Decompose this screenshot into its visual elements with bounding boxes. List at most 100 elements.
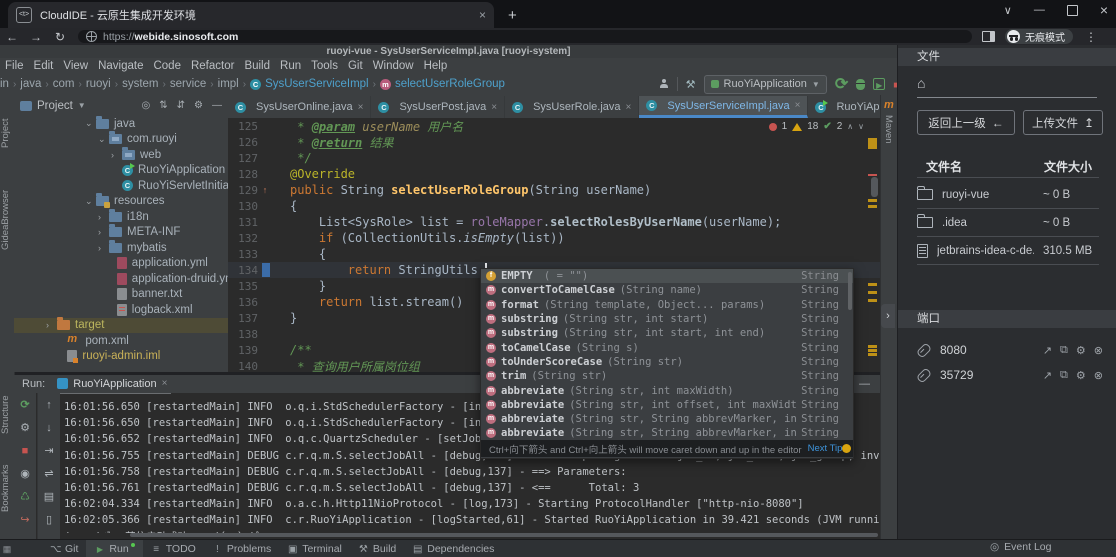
tree-item-target[interactable]: ›target xyxy=(14,318,228,334)
upload-file-button[interactable]: 上传文件 xyxy=(1023,110,1103,135)
completion-item-format[interactable]: mformat(String template, Object... param… xyxy=(481,298,853,312)
jump-end-icon[interactable] xyxy=(42,444,56,458)
stripe-project[interactable]: Project xyxy=(0,103,14,163)
menu-build[interactable]: Build xyxy=(244,60,270,72)
crumb-ruoyi[interactable]: ruoyi xyxy=(86,78,111,90)
expand-all-icon[interactable]: ⇅ xyxy=(159,100,167,111)
menu-git[interactable]: Git xyxy=(348,60,363,72)
tree-item-ruoyi-admin.iml[interactable]: ruoyi-admin.iml xyxy=(14,349,228,365)
reload-icon[interactable] xyxy=(48,30,72,44)
close-icon[interactable]: × xyxy=(626,102,632,113)
status-terminal[interactable]: Terminal xyxy=(279,540,350,557)
menu-code[interactable]: Code xyxy=(153,60,181,72)
tree-item-web[interactable]: ›web xyxy=(14,147,228,163)
hammer-icon[interactable] xyxy=(686,75,696,93)
up-arrow-icon[interactable] xyxy=(42,398,56,412)
prev-issue-icon[interactable]: ∧ xyxy=(847,122,853,131)
status-run[interactable]: Run xyxy=(86,540,142,557)
stripe-bookmarks[interactable]: Bookmarks xyxy=(0,455,14,521)
completion-item-toUnderScoreCase[interactable]: mtoUnderScoreCase(String str)String xyxy=(481,355,853,369)
status-build[interactable]: Build xyxy=(350,540,404,557)
next-tip-link[interactable]: Next Tip xyxy=(808,443,843,454)
completion-item-substring[interactable]: msubstring(String str, int start, int en… xyxy=(481,326,853,340)
close-icon[interactable]: × xyxy=(491,102,497,113)
refresh-icon[interactable] xyxy=(18,490,32,504)
side-panel-icon[interactable] xyxy=(982,31,995,42)
completion-item-EMPTY[interactable]: fEMPTY ( = "")String xyxy=(481,269,853,283)
editor-tab-SysUserPost.java[interactable]: SysUserPost.java× xyxy=(371,96,505,118)
toolwindows-icon[interactable]: ▦ xyxy=(0,544,14,555)
settings-wrench-icon[interactable] xyxy=(18,421,32,435)
tree-arrow-icon[interactable]: › xyxy=(46,320,57,330)
stop-red-icon[interactable] xyxy=(18,444,32,458)
menu-help[interactable]: Help xyxy=(424,60,448,72)
tree-item-java[interactable]: ⌄java xyxy=(14,116,228,132)
expand-panel-icon[interactable] xyxy=(881,304,895,328)
tree-arrow-icon[interactable]: ⌄ xyxy=(85,196,96,207)
stripe-gidea-browser[interactable]: GideaBrowser xyxy=(0,175,14,265)
completion-item-convertToCamelCase[interactable]: mconvertToCamelCase(String name)String xyxy=(481,283,853,297)
copy-icon[interactable] xyxy=(1060,344,1068,357)
popup-scrollbar[interactable] xyxy=(848,272,852,310)
new-tab-icon[interactable] xyxy=(508,7,517,24)
run-config-select[interactable]: RuoYiApplication ▼ xyxy=(704,75,827,94)
address-bar[interactable]: https://webide.sinosoft.com xyxy=(78,30,972,43)
next-issue-icon[interactable]: ∨ xyxy=(858,122,864,131)
soft-wrap-icon[interactable] xyxy=(42,467,56,481)
event-log-button[interactable]: Event Log xyxy=(990,541,1051,553)
port-settings-icon[interactable] xyxy=(1076,369,1086,382)
close-icon[interactable]: × xyxy=(162,378,168,389)
tree-arrow-icon[interactable]: › xyxy=(98,243,109,253)
rerun-icon[interactable] xyxy=(18,398,32,412)
stripe-maven[interactable]: Maven xyxy=(883,115,894,144)
run-tab[interactable]: RuoYiApplication × xyxy=(53,375,171,394)
debug-icon[interactable] xyxy=(856,79,865,90)
browser-menu-icon[interactable] xyxy=(1085,30,1097,44)
completion-item-abbreviate[interactable]: mabbreviate(String str, int offset, int … xyxy=(481,398,853,412)
screenshot-icon[interactable] xyxy=(18,467,32,481)
collapse-all-icon[interactable]: ⇵ xyxy=(177,100,185,111)
project-panel-title[interactable]: Project xyxy=(37,100,73,112)
tree-item-banner.txt[interactable]: banner.txt xyxy=(14,287,228,303)
tree-arrow-icon[interactable]: › xyxy=(98,212,109,222)
home-icon[interactable] xyxy=(917,75,925,91)
tree-arrow-icon[interactable]: › xyxy=(111,150,122,160)
tree-item-application-druid.yml[interactable]: application-druid.yml xyxy=(14,271,228,287)
close-port-icon[interactable] xyxy=(1094,369,1103,382)
editor-tab-SysUserRole.java[interactable]: SysUserRole.java× xyxy=(505,96,639,118)
down-arrow-icon[interactable] xyxy=(42,421,56,435)
horizontal-scrollbar[interactable] xyxy=(130,533,878,537)
crumb-java[interactable]: java xyxy=(20,78,41,90)
menu-run[interactable]: Run xyxy=(280,60,301,72)
tree-arrow-icon[interactable]: ⌄ xyxy=(85,118,96,129)
tree-item-mybatis[interactable]: ›mybatis xyxy=(14,240,228,256)
tree-item-i18n[interactable]: ›i18n xyxy=(14,209,228,225)
close-icon[interactable]: × xyxy=(358,102,364,113)
close-port-icon[interactable] xyxy=(1094,344,1103,357)
back-icon[interactable] xyxy=(0,30,24,44)
menu-refactor[interactable]: Refactor xyxy=(191,60,234,72)
browser-tab[interactable]: CloudIDE - 云原生集成开发环境 × xyxy=(8,2,494,28)
tree-item-RuoYiServletInitialize[interactable]: RuoYiServletInitialize xyxy=(14,178,228,194)
status-dependencies[interactable]: Dependencies xyxy=(404,540,502,557)
crumb-service[interactable]: service xyxy=(170,78,206,90)
file-row-ruoyi-vue[interactable]: ruoyi-vue~ 0 B xyxy=(917,181,1099,208)
tree-item-application.yml[interactable]: application.yml xyxy=(14,256,228,272)
crumb-method[interactable]: mselectUserRoleGroup xyxy=(380,78,505,90)
crumb-class[interactable]: CSysUserServiceImpl xyxy=(250,78,369,90)
clear-icon[interactable] xyxy=(42,513,56,527)
tree-item-pom.xml[interactable]: pom.xml xyxy=(14,333,228,349)
completion-item-abbreviate[interactable]: mabbreviate(String str, String abbrevMar… xyxy=(481,426,853,440)
port-settings-icon[interactable] xyxy=(1076,344,1086,357)
status-problems[interactable]: Problems xyxy=(204,540,279,557)
tree-item-resources[interactable]: ⌄resources xyxy=(14,194,228,210)
editor-scrollbar[interactable] xyxy=(871,177,878,197)
menu-edit[interactable]: Edit xyxy=(34,60,54,72)
completion-item-substring[interactable]: msubstring(String str, int start)String xyxy=(481,312,853,326)
back-level-button[interactable]: 返回上一级 xyxy=(917,110,1015,135)
crumb-impl[interactable]: impl xyxy=(218,78,239,90)
file-row-.idea[interactable]: .idea~ 0 B xyxy=(917,209,1099,236)
rerun-icon[interactable] xyxy=(835,74,848,94)
menu-navigate[interactable]: Navigate xyxy=(98,60,143,72)
tree-arrow-icon[interactable]: ⌄ xyxy=(98,134,109,145)
